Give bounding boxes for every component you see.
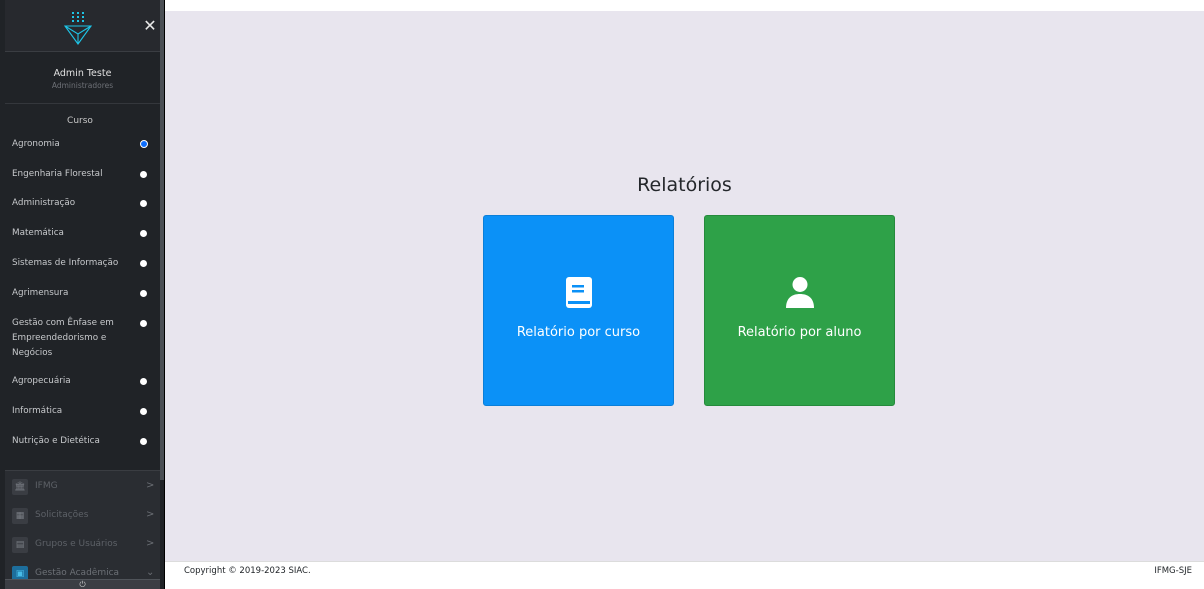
sidebar-scrollbar[interactable] [160,0,164,480]
course-label: Agropecuária [12,376,71,386]
chevron-down-icon: ⌄ [146,567,155,578]
institution-icon: 🏛 [12,479,28,495]
user-profile: Admin Teste Administradores [5,52,160,104]
book-icon [566,277,592,308]
close-icon[interactable]: ✕ [140,16,160,36]
user-icon [786,277,814,308]
sidebar-item-label: Gestão Acadêmica [35,568,120,578]
calendar-icon: ▦ [12,508,28,524]
sidebar-item-label: Solicitações [35,510,89,520]
report-by-course-card[interactable]: Relatório por curso [483,215,674,406]
report-by-student-card[interactable]: Relatório por aluno [704,215,895,406]
course-label: Agronomia [12,139,60,149]
sidebar-item-label: IFMG [35,481,58,491]
course-label: Gestão com Ênfase em Empreendedorismo e … [12,318,114,358]
user-name: Admin Teste [53,68,112,79]
course-radio[interactable] [140,378,147,385]
chevron-right-icon: > [146,509,155,520]
power-icon[interactable]: ⏻ [5,579,160,589]
card-label: Relatório por aluno [737,325,862,340]
course-radio[interactable] [140,408,147,415]
course-radio[interactable] [140,200,147,207]
course-section-title: Curso [67,116,93,126]
sidebar: ✕ Admin Teste Administradores Curso Agro… [0,0,165,589]
course-label: Engenharia Florestal [12,169,103,179]
id-card-icon: ▤ [12,537,28,553]
top-bar [165,0,1204,11]
sidebar-item-solicitacoes[interactable]: ▦ Solicitações > [5,505,160,527]
course-radio[interactable] [140,290,147,297]
sidebar-item-grupos-usuarios[interactable]: ▤ Grupos e Usuários > [5,534,160,556]
course-label: Nutrição e Dietética [12,436,100,446]
institution-label: IFMG-SJE [1154,566,1192,576]
course-label: Administração [12,198,76,208]
sidebar-menu: 🏛 IFMG > ▦ Solicitações > ▤ Grupos e Usu… [5,470,160,589]
course-radio[interactable] [139,140,148,148]
footer: Copyright © 2019-2023 SIAC. IFMG-SJE [165,561,1204,589]
copyright-text: Copyright © 2019-2023 SIAC. [184,566,311,576]
course-label: Sistemas de Informação [12,258,119,268]
course-label: Informática [12,406,63,416]
user-role: Administradores [51,81,114,90]
sidebar-item-label: Grupos e Usuários [35,539,118,549]
chevron-right-icon: > [146,538,155,549]
sidebar-item-ifmg[interactable]: 🏛 IFMG > [5,476,160,498]
course-radio[interactable] [140,260,147,267]
chevron-right-icon: > [146,480,155,491]
course-radio[interactable] [140,171,147,178]
page-title: Relatórios [637,174,732,196]
logo-icon [63,12,93,45]
course-radio[interactable] [140,230,147,237]
course-label: Agrimensura [12,288,69,298]
course-label: Matemática [12,228,64,238]
card-label: Relatório por curso [516,325,641,340]
brand-header: ✕ [5,0,160,52]
course-radio[interactable] [140,320,147,327]
course-radio[interactable] [140,438,147,445]
